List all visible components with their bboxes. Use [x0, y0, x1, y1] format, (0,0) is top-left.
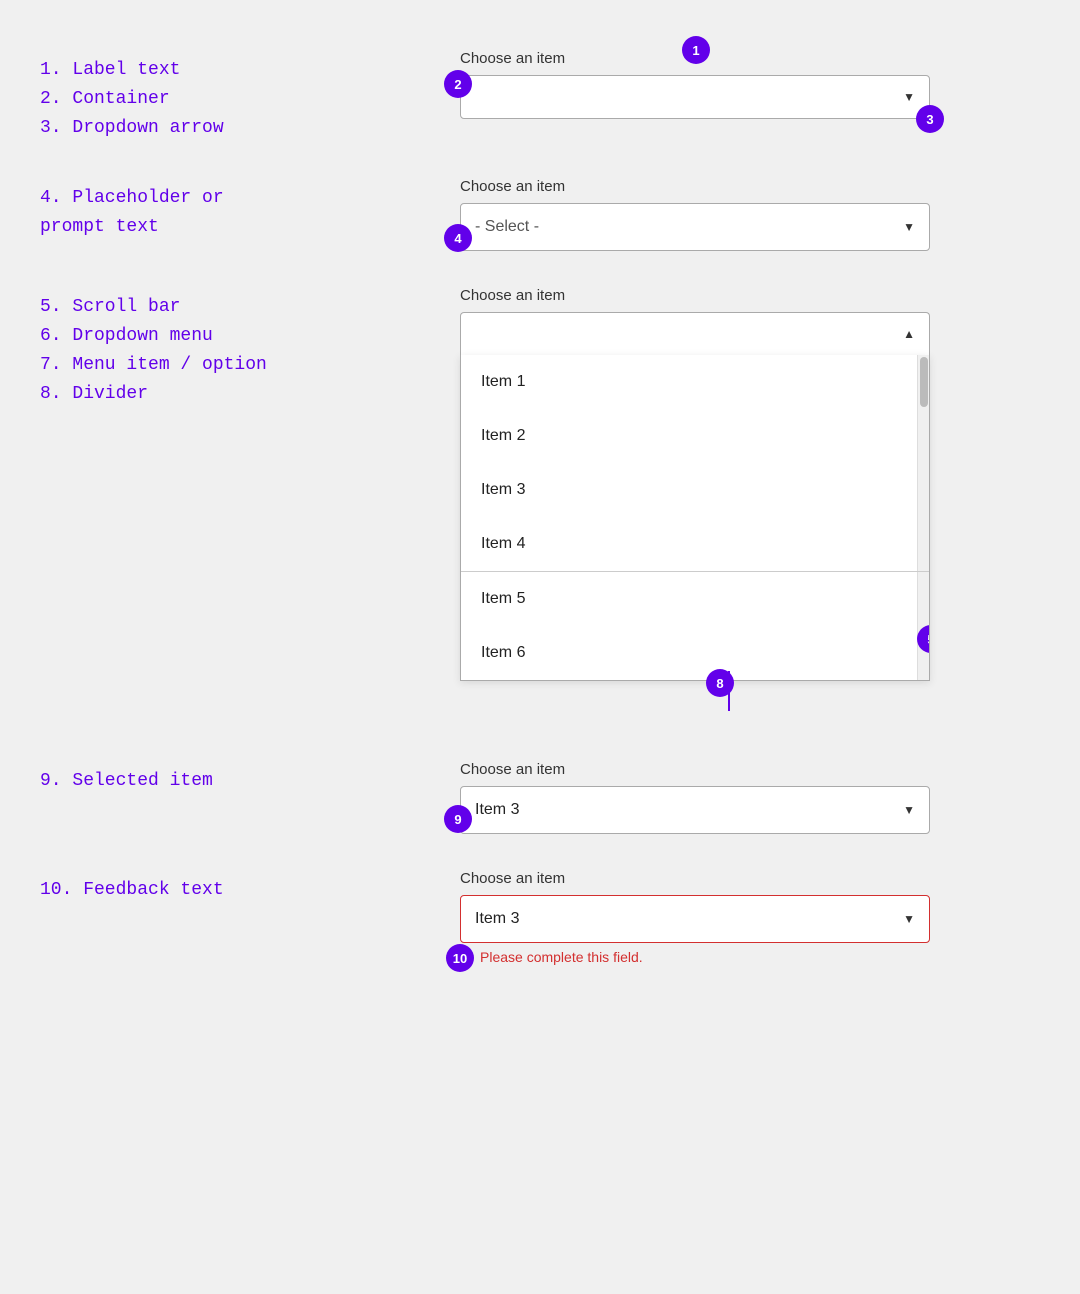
section-5-labels: 10. Feedback text [40, 870, 460, 905]
dropdown-4-label: Choose an item [460, 761, 930, 778]
label-list-3: 5. Scroll bar 6. Dropdown menu 7. Menu i… [40, 293, 460, 408]
section-1: 1. Label text 2. Container 3. Dropdown a… [0, 50, 1080, 142]
label-item-3: 3. Dropdown arrow [40, 114, 460, 143]
dropdown-arrow-icon-5: ▼ [903, 912, 915, 926]
label-item-1: 1. Label text [40, 56, 460, 85]
label-list-2: 4. Placeholder or prompt text [40, 184, 460, 242]
section-2: 4. Placeholder or prompt text Choose an … [0, 178, 1080, 251]
dropdown-arrow-icon-4: ▼ [903, 803, 915, 817]
dropdown-3-box[interactable]: ▲ [460, 312, 930, 355]
dropdown-arrow-icon-2: ▼ [903, 220, 915, 234]
label-item-9: 9. Selected item [40, 767, 460, 796]
label-list-5: 10. Feedback text [40, 876, 460, 905]
section-4-labels: 9. Selected item [40, 761, 460, 796]
section-2-right: Choose an item 4 - Select - ▼ [460, 178, 1040, 251]
dropdown-3-menu: 6 5 Item 1 Item 2 Item 3 7 [460, 355, 930, 681]
dropdown-2[interactable]: - Select - ▼ [460, 203, 930, 251]
section-5-right: Choose an item Item 3 ▼ 10 Please comple… [460, 870, 1040, 967]
badge-2: 2 [444, 70, 472, 98]
dropdown-3-label: Choose an item [460, 287, 930, 304]
dropdown-2-wrapper: Choose an item 4 - Select - ▼ [460, 178, 930, 251]
label-list-1: 1. Label text 2. Container 3. Dropdown a… [40, 56, 460, 142]
dropdown-2-placeholder: - Select - [475, 218, 539, 236]
open-dropdown-container: Choose an item ▲ 6 5 [460, 287, 930, 681]
label-item-2: 2. Container [40, 85, 460, 114]
label-item-10: 10. Feedback text [40, 876, 460, 905]
label-item-6: 6. Dropdown menu [40, 322, 460, 351]
section-1-right: 1 Choose an item 2 ▼ 3 [460, 50, 1040, 119]
label-item-4a: 4. Placeholder or [40, 184, 460, 213]
menu-item-1[interactable]: Item 1 [461, 355, 929, 409]
dropdown-4-wrapper: Choose an item 9 Item 3 ▼ [460, 761, 930, 834]
badge-10: 10 [446, 944, 474, 972]
badge-1: 1 [682, 36, 710, 64]
label-item-8: 8. Divider [40, 380, 460, 409]
section-3-labels: 5. Scroll bar 6. Dropdown menu 7. Menu i… [40, 287, 460, 408]
feedback-text: Please complete this field. [480, 949, 643, 965]
dropdown-4-value: Item 3 [475, 801, 519, 819]
section-2-labels: 4. Placeholder or prompt text [40, 178, 460, 242]
label-list-4: 9. Selected item [40, 767, 460, 796]
section-5: 10. Feedback text Choose an item Item 3 … [0, 870, 1080, 967]
menu-item-5[interactable]: Item 5 [461, 572, 929, 626]
menu-item-3[interactable]: Item 3 7 [461, 463, 929, 517]
section-1-labels: 1. Label text 2. Container 3. Dropdown a… [40, 50, 460, 142]
section-3-right: Choose an item ▲ 6 5 [460, 287, 1040, 681]
label-item-7: 7. Menu item / option [40, 351, 460, 380]
dropdown-arrow-icon-1: ▼ [903, 90, 915, 104]
dropdown-4[interactable]: Item 3 ▼ [460, 786, 930, 834]
section-4-right: Choose an item 9 Item 3 ▼ [460, 761, 1040, 834]
dropdown-5[interactable]: Item 3 ▼ [460, 895, 930, 943]
section-4: 9. Selected item Choose an item 9 Item 3… [0, 761, 1080, 834]
page: 1. Label text 2. Container 3. Dropdown a… [0, 20, 1080, 1274]
menu-item-6[interactable]: Item 6 [461, 626, 929, 680]
menu-item-2[interactable]: Item 2 [461, 409, 929, 463]
dropdown-5-value: Item 3 [475, 910, 519, 928]
label-item-4b: prompt text [40, 213, 460, 242]
menu-divider [461, 571, 929, 572]
label-item-5: 5. Scroll bar [40, 293, 460, 322]
dropdown-5-label: Choose an item [460, 870, 930, 887]
scrollbar-thumb[interactable] [920, 357, 928, 407]
dropdown-2-label: Choose an item [460, 178, 930, 195]
menu-item-4[interactable]: Item 4 [461, 517, 929, 571]
section-3: 5. Scroll bar 6. Dropdown menu 7. Menu i… [0, 287, 1080, 681]
dropdown-5-wrapper: Choose an item Item 3 ▼ 10 Please comple… [460, 870, 930, 967]
badge-3: 3 [916, 105, 944, 133]
dropdown-1[interactable]: ▼ [460, 75, 930, 119]
dropdown-arrow-up-icon: ▲ [903, 327, 915, 341]
badge-8: 8 [706, 669, 734, 697]
